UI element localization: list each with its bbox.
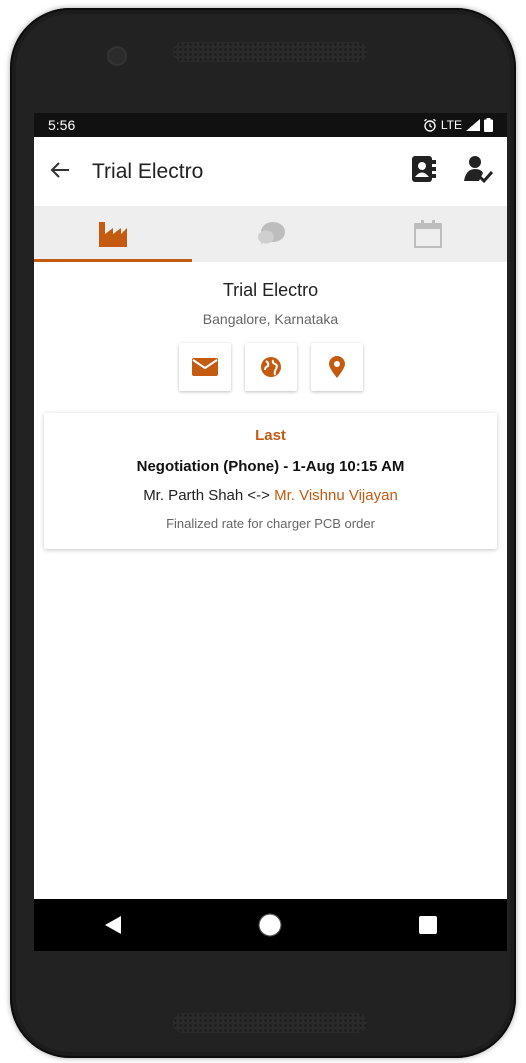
status-bar: 5:56 LTE — [34, 113, 507, 137]
page-title: Trial Electro — [92, 159, 204, 183]
contact-book-icon — [412, 156, 436, 182]
map-pin-icon — [328, 356, 345, 378]
party-to[interactable]: Mr. Vishnu Vijayan — [274, 487, 398, 504]
back-button[interactable] — [50, 159, 80, 185]
app-bar: Trial Electro — [34, 137, 507, 206]
company-detail: Trial Electro Bangalore, Karnataka Last … — [34, 280, 507, 549]
chat-bubbles-icon — [257, 222, 285, 245]
nav-back-button[interactable] — [83, 905, 143, 945]
status-time: 5:56 — [48, 117, 76, 133]
network-type: LTE — [440, 118, 462, 132]
phone-screen: 5:56 LTE Trial Electro Trial Electro Ban… — [34, 113, 507, 951]
email-button[interactable] — [178, 343, 231, 391]
company-actions — [34, 343, 507, 391]
activity-note: Finalized rate for charger PCB order — [166, 516, 375, 531]
signal-icon — [466, 119, 480, 131]
system-nav-bar — [34, 899, 507, 951]
alarm-icon — [423, 118, 436, 132]
assign-user-button[interactable] — [463, 154, 494, 189]
recents-square-icon — [419, 916, 438, 934]
user-check-icon — [464, 156, 494, 184]
globe-icon — [260, 357, 281, 377]
status-icons: LTE — [423, 118, 493, 132]
nav-recents-button[interactable] — [398, 905, 458, 945]
card-heading: Last — [255, 427, 286, 444]
home-circle-icon — [258, 913, 282, 937]
tab-bar — [34, 206, 507, 262]
arrow-left-icon — [50, 161, 69, 178]
party-separator: <-> — [243, 487, 275, 504]
calendar-icon — [414, 220, 443, 248]
nav-home-button[interactable] — [240, 905, 300, 945]
earpiece-speaker — [173, 42, 367, 62]
last-activity-card[interactable]: Last Negotiation (Phone) - 1-Aug 10:15 A… — [44, 413, 497, 549]
factory-icon — [98, 222, 127, 247]
party-from: Mr. Parth Shah — [143, 487, 244, 504]
contacts-button[interactable] — [411, 155, 437, 188]
front-camera — [107, 46, 127, 66]
tab-calendar[interactable] — [349, 206, 507, 262]
back-triangle-icon — [104, 916, 121, 934]
company-location: Bangalore, Karnataka — [202, 311, 339, 327]
email-icon — [191, 358, 218, 376]
tab-company[interactable] — [34, 206, 192, 262]
website-button[interactable] — [244, 343, 297, 391]
app-bar-actions — [411, 154, 494, 189]
location-button[interactable] — [310, 343, 363, 391]
tab-conversations[interactable] — [192, 206, 350, 262]
battery-icon — [484, 118, 493, 132]
company-name: Trial Electro — [222, 280, 319, 300]
bottom-speaker — [173, 1013, 367, 1033]
activity-parties: Mr. Parth Shah <-> Mr. Vishnu Vijayan — [54, 487, 487, 504]
activity-title: Negotiation (Phone) - 1-Aug 10:15 AM — [136, 458, 405, 475]
